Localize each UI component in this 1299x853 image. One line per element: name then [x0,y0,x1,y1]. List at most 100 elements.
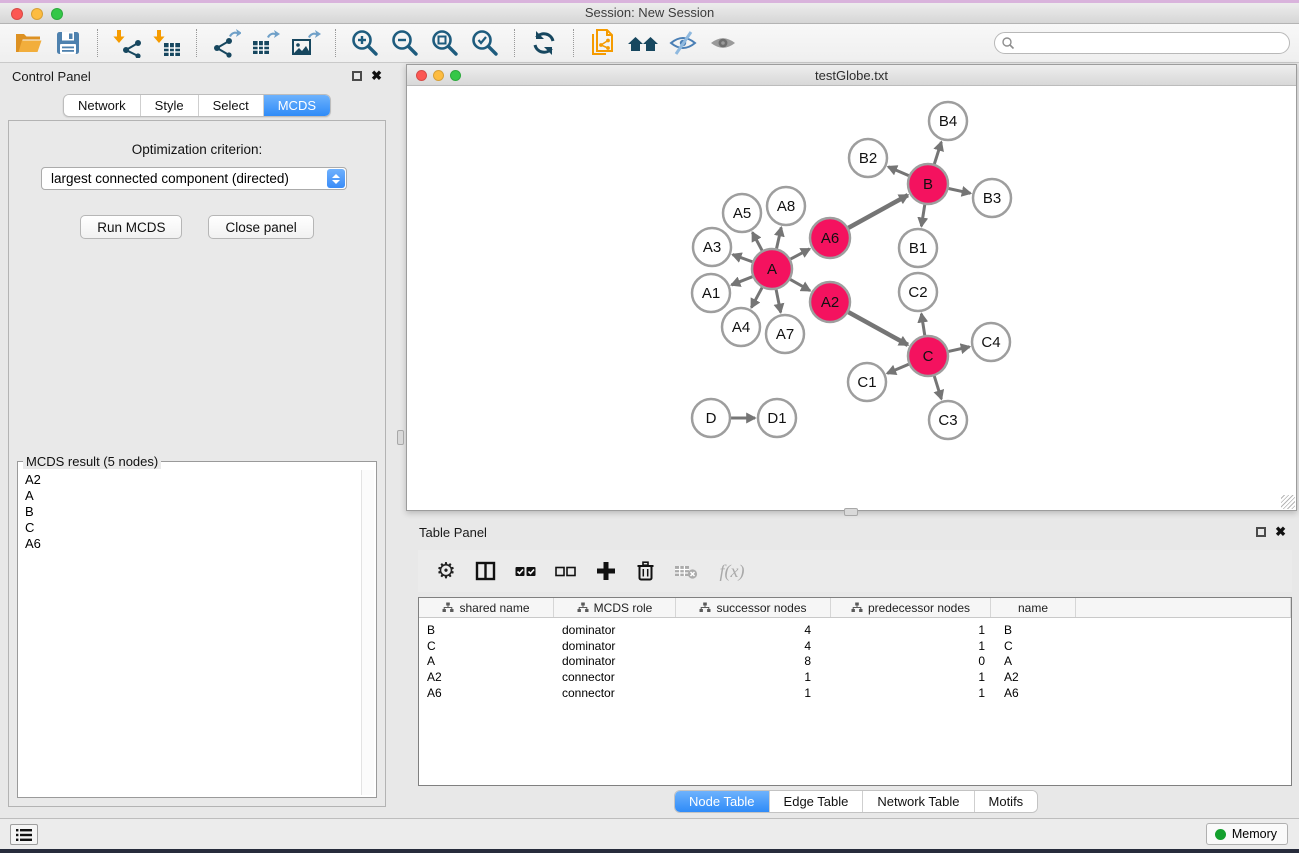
edge-A-A5[interactable] [752,232,762,250]
close-table-panel-button[interactable]: ✖ [1275,526,1286,538]
node-B3[interactable]: B3 [973,179,1011,217]
edge-C-C1[interactable] [887,364,908,373]
column-header-successor-nodes[interactable]: successor nodes [676,598,831,617]
export-network-button[interactable] [206,26,246,60]
node-B4[interactable]: B4 [929,102,967,140]
table-cell[interactable]: A [419,654,554,668]
float-panel-button[interactable] [352,71,362,81]
edge-C-C3[interactable] [934,376,941,399]
node-A3[interactable]: A3 [693,228,731,266]
save-session-button[interactable] [48,26,88,60]
table-cell[interactable]: 1 [676,686,831,700]
table-cell[interactable]: 1 [831,670,991,684]
edge-B-B4[interactable] [934,142,941,164]
result-item[interactable]: A2 [25,472,359,488]
table-row[interactable]: Cdominator41C [419,638,1291,654]
close-panel-button-2[interactable]: Close panel [208,215,313,239]
column-header-name[interactable]: name [991,598,1076,617]
column-header-MCDS-role[interactable]: MCDS role [554,598,676,617]
edge-C-C2[interactable] [921,314,924,336]
edge-A-A8[interactable] [777,227,782,248]
node-A6[interactable]: A6 [810,218,850,258]
table-cell[interactable]: 0 [831,654,991,668]
edge-A-A3[interactable] [733,255,753,262]
table-cell[interactable]: C [991,639,1076,653]
export-image-button[interactable] [286,26,326,60]
table-tab-motifs[interactable]: Motifs [974,791,1038,812]
unselect-all-columns-button[interactable] [550,555,582,587]
table-cell[interactable]: dominator [554,639,676,653]
table-row[interactable]: A6connector11A6 [419,685,1291,701]
edge-B-B1[interactable] [921,205,924,227]
table-cell[interactable]: 1 [831,623,991,637]
network-canvas[interactable]: B4B2BB3A8A5A6A3B1AC2A1A2A4A7C4CC1DD1C3 [407,87,1296,511]
search-input[interactable] [1019,35,1269,51]
node-D[interactable]: D [692,399,730,437]
edge-A2-C[interactable] [848,312,907,345]
node-C1[interactable]: C1 [848,363,886,401]
result-item[interactable]: C [25,520,359,536]
node-C2[interactable]: C2 [899,273,937,311]
result-item[interactable]: A [25,488,359,504]
tab-network[interactable]: Network [64,95,140,116]
table-cell[interactable]: 4 [676,623,831,637]
window-resize-grip[interactable] [1281,495,1295,509]
column-header-shared-name[interactable]: shared name [419,598,554,617]
show-network-overview-button[interactable] [623,26,663,60]
delete-column-button[interactable] [630,555,662,587]
edge-A-A1[interactable] [731,277,752,285]
table-cell[interactable]: dominator [554,654,676,668]
table-cell[interactable]: C [419,639,554,653]
edge-A-A6[interactable] [791,249,810,259]
export-table-button[interactable] [246,26,286,60]
node-A8[interactable]: A8 [767,187,805,225]
edge-A-A2[interactable] [790,279,810,290]
run-mcds-button[interactable]: Run MCDS [80,215,182,239]
zoom-out-button[interactable] [385,26,425,60]
node-C[interactable]: C [908,336,948,376]
node-D1[interactable]: D1 [758,399,796,437]
table-cell[interactable]: B [991,623,1076,637]
table-cell[interactable]: connector [554,670,676,684]
memory-button[interactable]: Memory [1206,823,1288,845]
table-cell[interactable]: 1 [831,686,991,700]
node-B1[interactable]: B1 [899,229,937,267]
edge-A6-B[interactable] [848,195,907,228]
import-table-button[interactable] [147,26,187,60]
node-B[interactable]: B [908,164,948,204]
result-item[interactable]: B [25,504,359,520]
tab-style[interactable]: Style [140,95,198,116]
table-cell[interactable]: 8 [676,654,831,668]
edge-B-B2[interactable] [888,167,909,176]
add-column-button[interactable] [590,555,622,587]
select-all-columns-button[interactable] [510,555,542,587]
table-row[interactable]: A2connector11A2 [419,669,1291,685]
edge-C-C4[interactable] [948,347,969,352]
table-cell[interactable]: connector [554,686,676,700]
table-tab-node-table[interactable]: Node Table [675,791,769,812]
table-cell[interactable]: A6 [419,686,554,700]
node-A1[interactable]: A1 [692,274,730,312]
zoom-selected-button[interactable] [465,26,505,60]
table-row[interactable]: Adominator80A [419,654,1291,670]
node-A4[interactable]: A4 [722,308,760,346]
node-A[interactable]: A [752,249,792,289]
show-graphics-details-button[interactable] [703,26,743,60]
table-row[interactable]: Bdominator41B [419,622,1291,638]
node-C3[interactable]: C3 [929,401,967,439]
open-session-button[interactable] [8,26,48,60]
new-network-from-selection-button[interactable] [583,26,623,60]
close-panel-button[interactable]: ✖ [371,70,382,82]
result-item[interactable]: A6 [25,536,359,552]
table-cell[interactable]: 1 [831,639,991,653]
result-scrollbar[interactable] [361,470,374,795]
table-cell[interactable]: A6 [991,686,1076,700]
edge-A-A7[interactable] [776,290,781,313]
node-B2[interactable]: B2 [849,139,887,177]
edge-A-A4[interactable] [751,288,762,308]
delete-table-button[interactable] [670,555,702,587]
table-tab-edge-table[interactable]: Edge Table [769,791,863,812]
function-builder-button[interactable]: f(x) [710,555,754,587]
node-A5[interactable]: A5 [723,194,761,232]
table-settings-button[interactable]: ⚙ [430,555,462,587]
